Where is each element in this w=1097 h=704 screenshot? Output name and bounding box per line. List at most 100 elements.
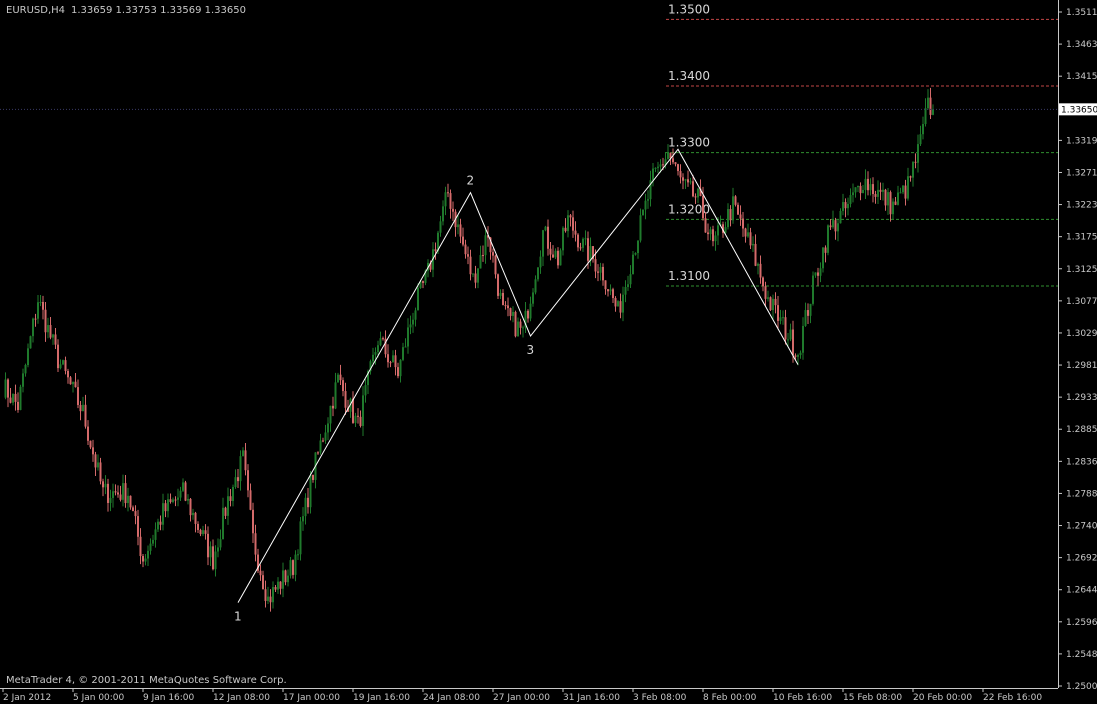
candle-body: [837, 223, 839, 232]
candle-body: [59, 364, 62, 369]
candle-body: [239, 456, 242, 482]
candle-body: [864, 178, 867, 190]
candle-body: [27, 348, 29, 366]
candle-body: [377, 345, 379, 353]
candle-body: [337, 374, 339, 383]
candle-body: [187, 498, 189, 501]
candle-body: [612, 289, 614, 299]
candle-body: [172, 499, 174, 503]
candle-body: [482, 255, 484, 257]
candle-body: [557, 250, 559, 266]
time-tick-label: 8 Feb 00:00: [703, 693, 757, 703]
level-label: 1.3100: [668, 269, 710, 283]
candle-body: [457, 224, 459, 228]
candle-body: [814, 272, 817, 276]
candle-body: [817, 272, 819, 276]
level-label: 1.3400: [668, 69, 710, 83]
candle-body: [502, 292, 504, 306]
candle-body: [184, 482, 187, 501]
candle-body: [112, 491, 114, 498]
candle-body: [752, 243, 754, 246]
candle-body: [567, 215, 569, 232]
candle-body: [619, 301, 622, 313]
candle-body: [287, 575, 289, 583]
candle-body: [709, 229, 712, 235]
candle-body: [692, 181, 694, 197]
candle-body: [607, 289, 609, 292]
candle-body: [762, 277, 764, 287]
candle-body: [237, 477, 239, 482]
candle-body: [857, 185, 859, 188]
candle-body: [854, 187, 857, 193]
candle-body: [157, 521, 159, 530]
candle-body: [572, 217, 574, 231]
candle-body: [259, 570, 262, 576]
candle-body: [717, 225, 719, 236]
candle-body: [29, 336, 32, 349]
candle-body: [312, 474, 314, 480]
price-tick-label: 1.25960: [1066, 618, 1097, 628]
candle-body: [402, 347, 404, 360]
candle-body: [894, 201, 897, 205]
candle-body: [577, 234, 579, 248]
candle-body: [764, 286, 767, 299]
price-tick-label: 1.34630: [1066, 40, 1097, 50]
candle-body: [379, 338, 382, 346]
candle-body: [847, 203, 849, 209]
candle-body: [497, 274, 499, 296]
candle-body: [299, 521, 302, 555]
candle-body: [522, 327, 524, 329]
candle-body: [909, 176, 912, 178]
time-tick-label: 15 Feb 08:00: [843, 693, 902, 703]
candle-body: [372, 354, 374, 362]
candle-body: [749, 232, 752, 246]
chart-window[interactable]: 1.3500 1.3400 1.3300 1.3200 1.3100 123 1.351…: [0, 0, 1097, 704]
candle-body: [277, 581, 279, 590]
candle-body: [224, 507, 227, 516]
candle-body: [12, 393, 14, 403]
price-tick-label: 1.25480: [1066, 650, 1097, 660]
candle-body: [834, 220, 837, 232]
candle-body: [9, 397, 12, 403]
candle-body: [64, 360, 67, 371]
price-tick-label: 1.31255: [1066, 265, 1097, 275]
candle-body: [94, 454, 97, 468]
candle-body: [617, 301, 619, 307]
candle-body: [404, 346, 407, 348]
candle-body: [134, 511, 137, 517]
candle-body: [392, 355, 394, 363]
candle-body: [492, 252, 494, 256]
candle-body: [899, 192, 902, 194]
candle-body: [227, 496, 229, 516]
candle-body: [704, 218, 707, 233]
candle-body: [159, 521, 162, 525]
candle-body: [394, 355, 397, 368]
candle-body: [127, 495, 129, 504]
candle-body: [122, 483, 124, 500]
candle-body: [922, 124, 924, 135]
candle-body: [877, 189, 879, 197]
candle-body: [302, 516, 304, 522]
candle-body: [694, 196, 697, 198]
candle-body: [622, 294, 624, 313]
candle-body: [927, 97, 929, 109]
level-label: 1.3300: [668, 136, 710, 150]
price-tick-label: 1.26920: [1066, 554, 1097, 564]
candle-body: [584, 238, 587, 240]
candle-body: [512, 311, 514, 316]
candle-body: [269, 596, 272, 603]
candle-body: [787, 339, 789, 341]
candle-body: [844, 202, 847, 209]
candle-body: [329, 405, 332, 424]
candle-body: [792, 329, 794, 356]
candle-body: [769, 297, 772, 311]
price-chart[interactable]: 1.35001.34001.33001.32001.3100 123 1.351…: [0, 0, 1097, 704]
candle-body: [822, 247, 824, 269]
candle-body: [117, 492, 119, 495]
candle-body: [547, 226, 549, 249]
candle-body: [794, 355, 797, 357]
candle-body: [827, 225, 829, 253]
candle-body: [324, 432, 327, 441]
candle-body: [119, 494, 122, 500]
candle-body: [232, 487, 234, 501]
